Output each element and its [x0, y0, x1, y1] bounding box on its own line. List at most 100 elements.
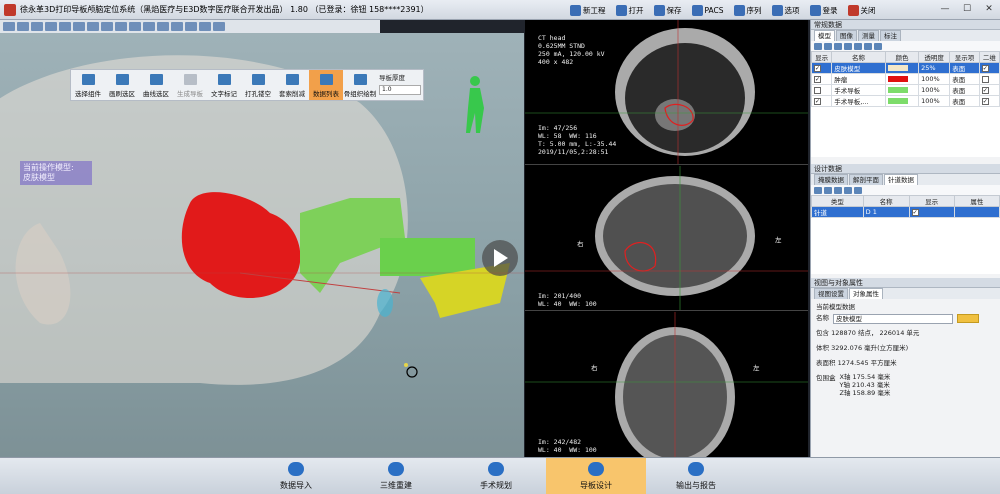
view-tool-icon[interactable]	[73, 22, 85, 31]
thickness-input[interactable]: 1.0	[379, 85, 421, 95]
surgery-plan-button[interactable]: 手术规划	[446, 458, 546, 494]
2d-checkbox[interactable]: ✓	[981, 86, 989, 94]
color-swatch[interactable]	[887, 87, 908, 93]
tab-model[interactable]: 模型	[814, 30, 835, 41]
folder-icon[interactable]	[957, 314, 979, 323]
view-tool-icon[interactable]	[115, 22, 127, 31]
current-model-title: 当前操作模型:	[23, 163, 74, 172]
needle-attr[interactable]	[953, 206, 1000, 218]
text-mark-button[interactable]: 文字标记	[207, 70, 241, 100]
data-import-button[interactable]: 数据导入	[246, 458, 346, 494]
model-name-input[interactable]: 皮肤模型	[833, 313, 953, 324]
tab-object-props[interactable]: 对象属性	[849, 288, 883, 299]
show-checkbox[interactable]	[814, 86, 821, 94]
curve-select-button[interactable]: 曲线选区	[139, 70, 173, 100]
pacs-button[interactable]: PACS	[691, 1, 724, 19]
punch-hollow-button[interactable]: 打孔镂空	[241, 70, 275, 100]
needle-type: 针道	[811, 206, 864, 218]
ct-sagittal-view[interactable]: 右 左 Im: 242/482 WL: 40 WW: 100	[525, 312, 808, 457]
eye-icon[interactable]	[854, 186, 862, 194]
lasso-reduce-button[interactable]: 套索削减	[275, 70, 309, 100]
generate-guide-button[interactable]: 生成导板	[173, 70, 207, 100]
output-report-button[interactable]: 输出与报告	[646, 458, 746, 494]
tab-measure[interactable]: 测量	[858, 30, 879, 41]
table-row[interactable]: ✓ 肿瘤 100% 表面	[810, 73, 1000, 85]
2d-checkbox[interactable]	[981, 75, 989, 83]
new-project-button[interactable]: 新工程	[570, 1, 606, 19]
color-swatch[interactable]	[887, 65, 908, 71]
table-row[interactable]: ✓ 手术导板,... 100% 表面 ✓	[810, 95, 1000, 107]
view-tool-icon[interactable]	[87, 22, 99, 31]
2d-checkbox[interactable]: ✓	[981, 97, 989, 105]
tab-view-settings[interactable]: 视图设置	[814, 288, 848, 299]
view-tool-icon[interactable]	[17, 22, 29, 31]
bone-draw-button[interactable]: 骨组织绘制	[343, 70, 377, 100]
view-tool-icon[interactable]	[3, 22, 15, 31]
ct-axial-view[interactable]: CT head 0.625MM STND 250 mA, 120.00 kV 4…	[525, 20, 808, 165]
view-tool-icon[interactable]	[129, 22, 141, 31]
view-tool-icon[interactable]	[143, 22, 155, 31]
brush-select-button[interactable]: 画刷选区	[105, 70, 139, 100]
model-alpha[interactable]: 100%	[918, 95, 951, 107]
open-button[interactable]: 打开	[615, 1, 644, 19]
link-icon[interactable]	[864, 42, 872, 50]
color-swatch[interactable]	[887, 98, 908, 104]
model-alpha[interactable]: 25%	[918, 62, 951, 74]
view-tool-icon[interactable]	[171, 22, 183, 31]
2d-checkbox[interactable]: ✓	[981, 64, 989, 72]
add-icon[interactable]	[814, 186, 822, 194]
minimize-icon[interactable]: —	[936, 2, 954, 16]
view-tool-icon[interactable]	[59, 22, 71, 31]
edit-icon[interactable]	[844, 186, 852, 194]
sequence-button[interactable]: 序列	[733, 1, 762, 19]
view-tool-icon[interactable]	[157, 22, 169, 31]
copy-icon[interactable]	[834, 42, 842, 50]
import-icon[interactable]	[854, 42, 862, 50]
add-icon[interactable]	[814, 42, 822, 50]
view-tool-icon[interactable]	[185, 22, 197, 31]
select-component-button[interactable]: 选择组件	[71, 70, 105, 100]
show-checkbox[interactable]: ✓	[814, 64, 821, 72]
col-name: 名称	[831, 51, 886, 63]
table-row[interactable]: 手术导板 100% 表面 ✓	[810, 84, 1000, 96]
delete-icon[interactable]	[824, 42, 832, 50]
table-row[interactable]: ✓ 皮肤模型 25% 表面 ✓	[810, 62, 1000, 74]
maximize-icon[interactable]: ☐	[958, 2, 976, 16]
show-checkbox[interactable]: ✓	[911, 208, 919, 216]
eye-icon[interactable]	[874, 42, 882, 50]
ct-coronal-view[interactable]: 右 左 Im: 201/400 WL: 40 WW: 100	[525, 166, 808, 311]
view-tool-icon[interactable]	[213, 22, 225, 31]
tab-needle-data[interactable]: 针道数据	[884, 174, 918, 185]
guide-design-button[interactable]: 导板设计	[546, 458, 646, 494]
close-app-button[interactable]: 关闭	[847, 1, 876, 19]
model-table: 显示 名称 颜色 透明度 显示项 二维 ✓ 皮肤模型 25% 表面 ✓ ✓ 肿瘤…	[810, 51, 1000, 107]
data-list-button[interactable]: 数据列表	[309, 70, 343, 100]
save-button[interactable]: 保存	[653, 1, 682, 19]
tab-mask-data[interactable]: 掩膜数据	[814, 174, 848, 185]
model-mode[interactable]: 表面	[949, 95, 980, 107]
model-alpha[interactable]: 100%	[918, 84, 951, 96]
table-row[interactable]: 针道 D 1 ✓	[811, 206, 1000, 218]
view-tool-icon[interactable]	[45, 22, 57, 31]
tab-image[interactable]: 图像	[836, 30, 857, 41]
window-close-icon[interactable]: ✕	[980, 2, 998, 16]
delete-icon[interactable]	[824, 186, 832, 194]
login-button[interactable]: 登录	[809, 1, 838, 19]
color-swatch[interactable]	[887, 76, 908, 82]
show-checkbox[interactable]: ✓	[814, 75, 821, 83]
3d-viewport[interactable]: 选择组件 画刷选区 曲线选区 生成导板 文字标记 打孔镂空 套索削减 数据列表 …	[0, 33, 524, 457]
view-tool-icon[interactable]	[199, 22, 211, 31]
show-checkbox[interactable]: ✓	[814, 97, 821, 105]
view-tool-icon[interactable]	[31, 22, 43, 31]
tab-anatomy-plane[interactable]: 解剖平面	[849, 174, 883, 185]
model-alpha[interactable]: 100%	[918, 73, 951, 85]
options-button[interactable]: 选项	[771, 1, 800, 19]
model-mode[interactable]: 表面	[949, 84, 980, 96]
model-mode[interactable]: 表面	[949, 62, 980, 74]
tab-annotation[interactable]: 标注	[880, 30, 901, 41]
3d-reconstruct-button[interactable]: 三维重建	[346, 458, 446, 494]
model-mode[interactable]: 表面	[949, 73, 980, 85]
export-icon[interactable]	[844, 42, 852, 50]
copy-icon[interactable]	[834, 186, 842, 194]
view-tool-icon[interactable]	[101, 22, 113, 31]
